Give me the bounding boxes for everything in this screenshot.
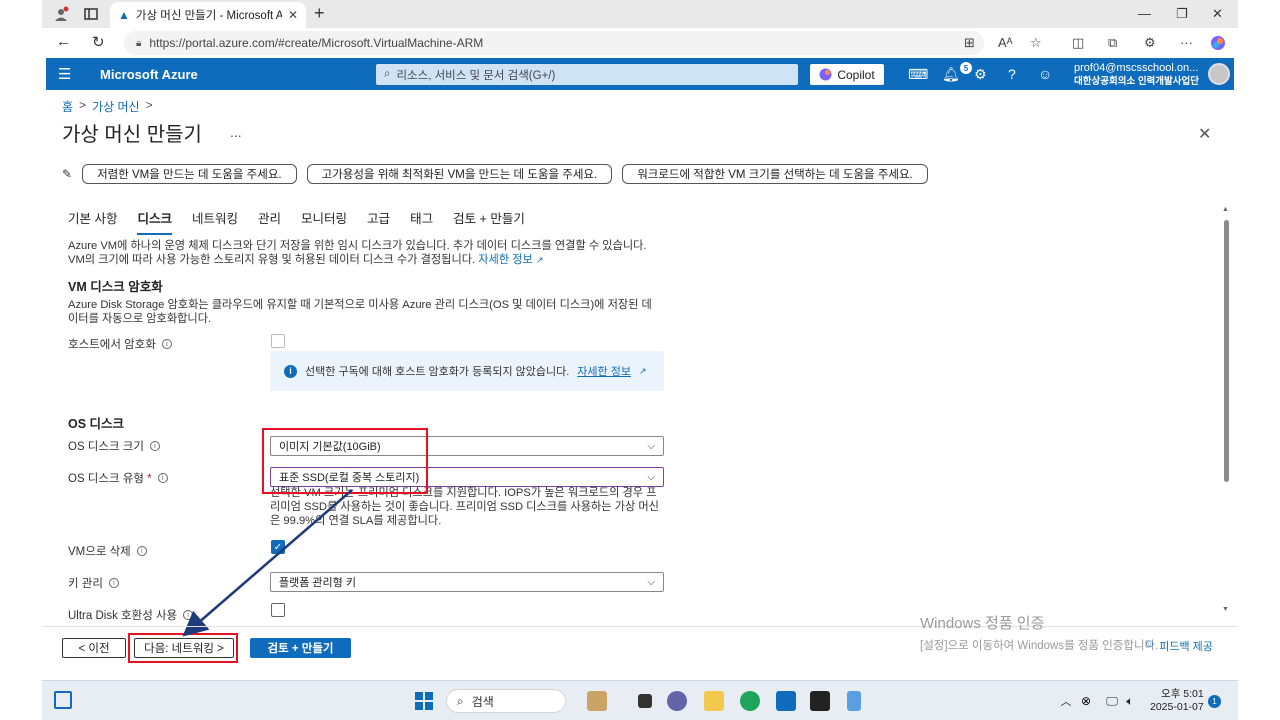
clock-time: 오후 5:01 bbox=[1161, 688, 1204, 700]
security-icon[interactable]: ⊗ bbox=[1076, 691, 1096, 711]
show-hidden-icons-icon[interactable]: ︿ bbox=[1056, 691, 1076, 711]
taskbar-search[interactable]: ⌕ 검색 bbox=[446, 689, 566, 713]
widgets-icon[interactable] bbox=[54, 691, 72, 709]
news-weather-icon[interactable] bbox=[587, 691, 607, 711]
previous-button[interactable]: < 이전 bbox=[62, 638, 126, 658]
network-icon[interactable]: 🖵︎ bbox=[1102, 691, 1122, 711]
edge-browser-icon[interactable] bbox=[740, 691, 760, 711]
windows-taskbar: ⌕ 검색 ︿ ⊗ 🖵︎ 🔈︎ 오후 5:01 2025-01-07 1 bbox=[42, 680, 1238, 720]
task-view-icon[interactable] bbox=[638, 694, 652, 708]
start-windows-icon[interactable] bbox=[414, 691, 434, 711]
review-create-button[interactable]: 검토 + 만들기 bbox=[250, 638, 351, 658]
system-clock[interactable]: 오후 5:01 2025-01-07 bbox=[1150, 688, 1204, 714]
notification-center-badge[interactable]: 1 bbox=[1208, 695, 1221, 708]
clock-date: 2025-01-07 bbox=[1150, 701, 1204, 713]
terminal-icon[interactable] bbox=[810, 691, 830, 711]
feedback-link[interactable]: ☺ 피드백 제공 bbox=[1144, 638, 1213, 654]
annotation-arrow bbox=[182, 489, 353, 637]
feedback-label: 피드백 제공 bbox=[1159, 641, 1213, 653]
watermark-text: [설정]으로 이동하여 Windows를 정품 인증합니다. bbox=[920, 640, 1159, 652]
teams-chat-icon[interactable] bbox=[667, 691, 687, 711]
screen: ▲ 가상 머신 만들기 - Microsoft Azure ✕ + — ❐ ✕ … bbox=[42, 0, 1238, 720]
windows-activation-watermark: Windows 정품 인증 [설정]으로 이동하여 Windows를 정품 인증… bbox=[920, 612, 1158, 653]
feedback-person-icon: ☺ bbox=[1144, 638, 1156, 650]
store-icon[interactable] bbox=[776, 691, 796, 711]
taskbar-search-label: 검색 bbox=[471, 694, 494, 709]
volume-icon[interactable]: 🔈︎ bbox=[1120, 691, 1140, 711]
file-explorer-icon[interactable] bbox=[704, 691, 724, 711]
watermark-title: Windows 정품 인증 bbox=[920, 615, 1045, 632]
notepad-icon[interactable] bbox=[847, 691, 861, 711]
next-networking-button[interactable]: 다음: 네트워킹 > bbox=[134, 638, 234, 658]
search-icon: ⌕ bbox=[457, 693, 464, 708]
